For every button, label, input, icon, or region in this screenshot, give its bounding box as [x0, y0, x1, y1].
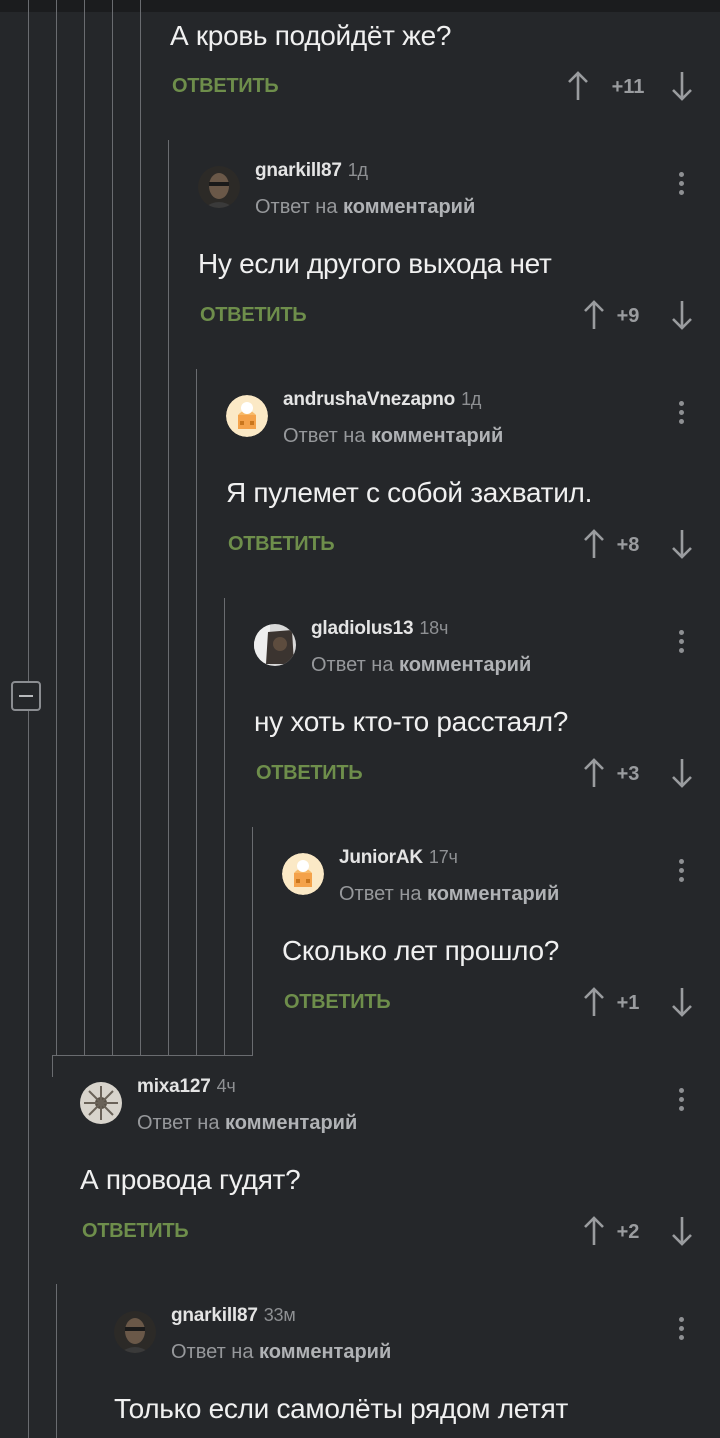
more-options-icon[interactable] [676, 859, 686, 889]
thread-line [84, 0, 85, 1055]
reply-to: Ответ на комментарий [137, 1112, 358, 1134]
comment-time: 17ч [428, 847, 458, 867]
reply-to: Ответ на комментарий [283, 425, 504, 447]
reply-to-link[interactable]: комментарий [225, 1112, 357, 1134]
comment-score: +11 [611, 76, 645, 98]
thread-line [252, 827, 253, 1055]
photo-man-icon[interactable] [114, 1311, 156, 1353]
upvote-icon[interactable] [582, 757, 606, 789]
comment: gladiolus13 18ч Ответ на комментарий ну х… [254, 600, 696, 828]
reply-button[interactable]: ОТВЕТИТЬ [200, 304, 307, 327]
reply-to-link[interactable]: комментарий [399, 654, 531, 676]
photo-man-icon[interactable] [198, 166, 240, 208]
thread-line [52, 1055, 253, 1056]
reply-to: Ответ на комментарий [255, 196, 476, 218]
vote-controls: +3 [582, 757, 696, 791]
username[interactable]: mixa127 4ч [137, 1076, 236, 1098]
reply-to-link[interactable]: комментарий [343, 196, 475, 218]
upvote-icon[interactable] [582, 986, 606, 1018]
upvote-icon[interactable] [582, 1215, 606, 1247]
more-options-icon[interactable] [676, 1088, 686, 1118]
thread-line [140, 0, 141, 1055]
comment-text: ну хоть кто-то расстаял? [254, 706, 569, 737]
reply-to-link[interactable]: комментарий [259, 1341, 391, 1363]
comment-text: А провода гудят? [80, 1164, 301, 1195]
vote-controls: +2 [582, 1215, 696, 1249]
comment-text: Сколько лет прошло? [282, 935, 560, 966]
username[interactable]: gnarkill87 33м [171, 1305, 296, 1327]
reply-button[interactable]: ОТВЕТИТЬ [172, 75, 279, 98]
reply-button[interactable]: ОТВЕТИТЬ [82, 1220, 189, 1243]
reply-button[interactable]: ОТВЕТИТЬ [284, 991, 391, 1014]
comment: mixa127 4ч Ответ на комментарий А провода… [80, 1058, 696, 1286]
comment-time: 1д [461, 389, 482, 409]
default-avatar-icon[interactable] [226, 395, 268, 437]
comment-score: +3 [616, 763, 640, 785]
comment-score: +2 [616, 1221, 640, 1243]
vote-controls: +1 [582, 986, 696, 1020]
vote-controls: +11 [566, 70, 696, 104]
more-options-icon[interactable] [676, 630, 686, 660]
reply-button[interactable]: ОТВЕТИТЬ [256, 762, 363, 785]
comment-time: 1д [347, 160, 368, 180]
reply-button[interactable]: ОТВЕТИТЬ [228, 533, 335, 556]
downvote-icon[interactable] [670, 757, 694, 789]
username[interactable]: gnarkill87 1д [255, 160, 368, 182]
comment: gnarkill87 1д Ответ на комментарий Ну есл… [198, 142, 696, 370]
comment: andrushaVnezapno 1д Ответ на комментарий … [226, 371, 696, 599]
comment-score: +9 [616, 305, 640, 327]
comment-text: Только если самолёты рядом летят [114, 1393, 569, 1424]
comment-text: Я пулемет с собой захватил. [226, 477, 593, 508]
comment: gnarkill87 33м Ответ на комментарий Тольк… [114, 1287, 696, 1438]
comment: JuniorAK 17ч Ответ на комментарий Сколько… [282, 829, 696, 1057]
thread-line [52, 1055, 53, 1077]
reply-to-link[interactable]: комментарий [371, 425, 503, 447]
reply-to-link[interactable]: комментарий [427, 883, 559, 905]
reply-to: Ответ на комментарий [339, 883, 560, 905]
thread-line [28, 0, 29, 1438]
thread-line [224, 598, 225, 1055]
more-options-icon[interactable] [676, 172, 686, 202]
photo-sketch-icon[interactable] [80, 1082, 122, 1124]
collapse-thread-button[interactable] [11, 681, 41, 711]
reply-to: Ответ на комментарий [311, 654, 532, 676]
comment-score: +8 [616, 534, 640, 556]
downvote-icon[interactable] [670, 1215, 694, 1247]
username[interactable]: andrushaVnezapno 1д [283, 389, 481, 411]
upvote-icon[interactable] [566, 70, 590, 102]
upvote-icon[interactable] [582, 528, 606, 560]
thread-line [56, 1284, 57, 1438]
comment-text: Ну если другого выхода нет [198, 248, 552, 279]
more-options-icon[interactable] [676, 401, 686, 431]
comment: А кровь подойдёт же? ОТВЕТИТЬ +11 [170, 0, 696, 101]
default-avatar-icon[interactable] [282, 853, 324, 895]
vote-controls: +9 [582, 299, 696, 333]
thread-line [56, 0, 57, 1055]
upvote-icon[interactable] [582, 299, 606, 331]
photo-dark-icon[interactable] [254, 624, 296, 666]
vote-controls: +8 [582, 528, 696, 562]
comment-time: 18ч [419, 618, 449, 638]
username[interactable]: JuniorAK 17ч [339, 847, 458, 869]
downvote-icon[interactable] [670, 986, 694, 1018]
reply-to: Ответ на комментарий [171, 1341, 392, 1363]
downvote-icon[interactable] [670, 299, 694, 331]
comment-time: 4ч [216, 1076, 236, 1096]
username[interactable]: gladiolus13 18ч [311, 618, 448, 640]
comment-text: А кровь подойдёт же? [170, 20, 452, 51]
thread-line [168, 140, 169, 1055]
comment-score: +1 [616, 992, 640, 1014]
more-options-icon[interactable] [676, 1317, 686, 1347]
thread-line [112, 0, 113, 1055]
downvote-icon[interactable] [670, 528, 694, 560]
downvote-icon[interactable] [670, 70, 694, 102]
comment-time: 33м [263, 1305, 296, 1325]
thread-line [196, 369, 197, 1055]
